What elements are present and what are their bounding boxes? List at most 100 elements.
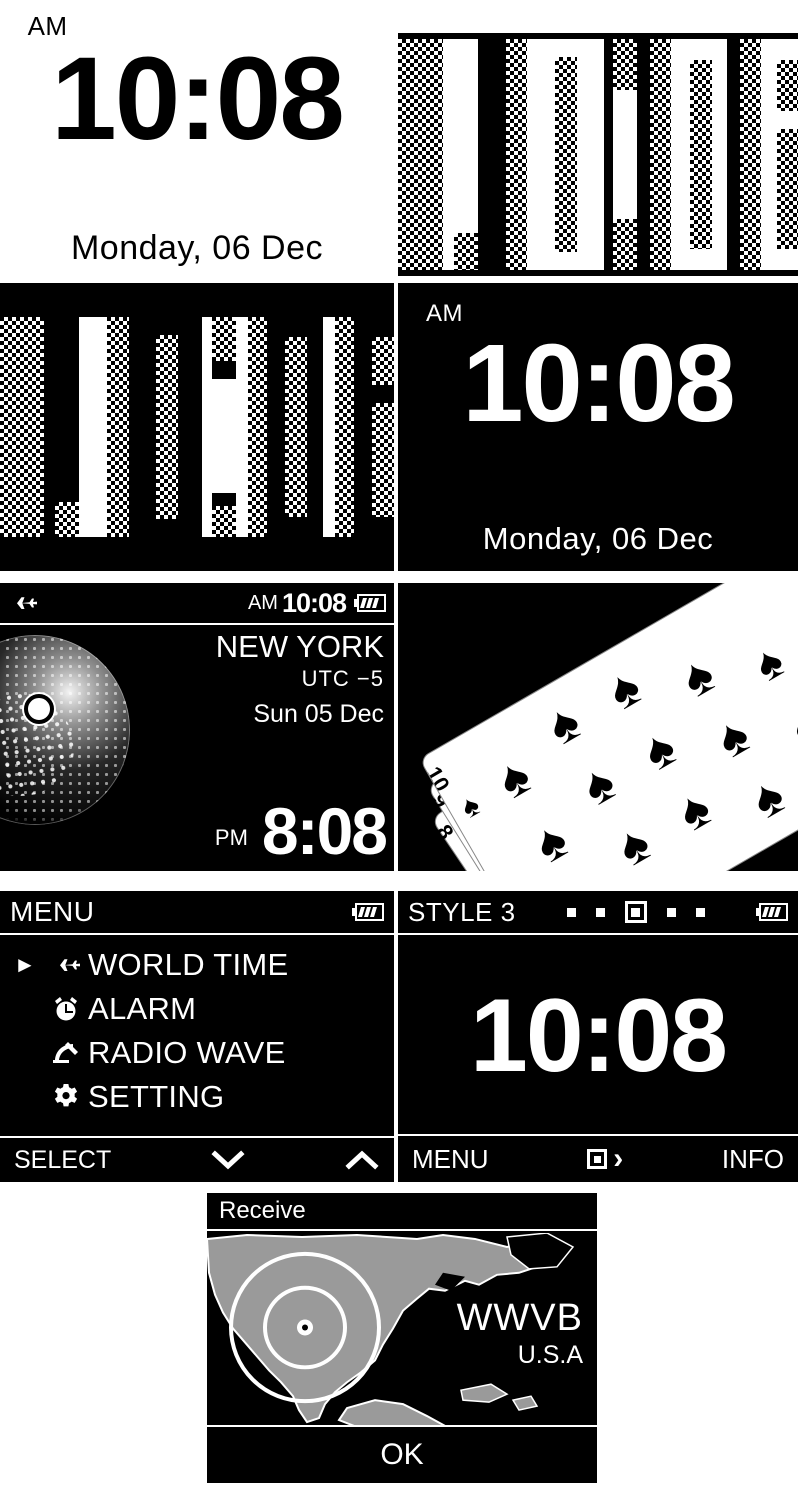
macro-light-gap <box>322 317 335 537</box>
minutes-display: 08 <box>752 591 784 622</box>
cards-scene: 8 9 10 ♠ ♠ ♠ ♠ ♠ ♠ ♠ ♠ ♠ ♠ ♠ ♠ ♠ ♠ 08 <box>398 583 798 871</box>
macro-dark-gap <box>637 39 651 270</box>
macro-inner-stroke <box>156 317 179 537</box>
selection-caret-icon: ► <box>14 952 37 977</box>
macro-dark-gap <box>603 39 613 270</box>
date-display: Monday, 06 Dec <box>482 521 714 556</box>
macro-bottom-bar <box>398 270 798 276</box>
panel-receive[interactable]: Receive WWVB U.S.A OK <box>207 1193 597 1483</box>
menu-list: ► WORLD TIME ALARM RADIO WAVE SETTING <box>0 937 394 1136</box>
battery-icon <box>756 903 788 921</box>
utc-offset: UTC −5 <box>301 665 384 691</box>
next-arrow-icon[interactable]: › <box>613 1142 623 1176</box>
panel-clock-light[interactable]: AM 10:08 Monday, 06 Dec <box>0 0 394 276</box>
macro-dark-gap <box>478 39 507 270</box>
suit-pip: ♠ <box>706 705 760 770</box>
suit-pip: ♠ <box>781 696 798 754</box>
macro-inner-stroke <box>777 39 798 270</box>
style-footer: MENU › INFO <box>398 1134 798 1182</box>
station-country: U.S.A <box>517 1340 583 1369</box>
suit-pip: ♠ <box>607 813 661 871</box>
menu-item-radio-wave[interactable]: RADIO WAVE <box>14 1031 394 1075</box>
city-time-display: 8:08 <box>261 794 388 869</box>
alarm-clock-icon <box>44 995 88 1023</box>
macro-stroke <box>106 317 129 537</box>
menu-item-label: RADIO WAVE <box>88 1035 286 1070</box>
menu-item-alarm[interactable]: ALARM <box>14 987 394 1031</box>
macro-gap <box>442 39 455 270</box>
page-dot[interactable] <box>566 907 576 917</box>
suit-pip: ♠ <box>455 788 486 825</box>
clock-face-dark: AM 10:08 Monday, 06 Dec <box>398 283 798 571</box>
macro-dither-clock-light <box>398 33 798 276</box>
menu-item-label: SETTING <box>88 1079 225 1114</box>
ok-button[interactable]: OK <box>380 1438 423 1472</box>
panel-macro-clock-dark[interactable] <box>0 283 394 571</box>
world-time-header: AM 10:08 <box>0 583 394 625</box>
macro-inner-stroke <box>372 317 394 537</box>
macro-stroke <box>740 39 761 270</box>
gear-icon <box>44 1083 88 1111</box>
home-time-display: 10:08 <box>281 587 347 618</box>
battery-icon <box>354 594 386 612</box>
panel-clock-dark[interactable]: AM 10:08 Monday, 06 Dec <box>398 283 798 571</box>
style-preview: 10:08 <box>398 937 798 1134</box>
battery-icon <box>352 903 384 921</box>
macro-digit-one-foot <box>454 39 479 270</box>
time-display: 10:08 <box>51 33 345 165</box>
menu-header: MENU <box>0 891 394 935</box>
city-ampm-label: PM <box>214 825 248 850</box>
select-box-icon[interactable] <box>587 1149 608 1169</box>
page-dot[interactable] <box>595 907 605 917</box>
menu-footer: SELECT <box>0 1136 394 1182</box>
world-time-info: NEW YORK UTC −5 Sun 05 Dec <box>215 629 384 729</box>
macro-gap <box>306 317 323 537</box>
suit-pip: ♠ <box>671 644 725 710</box>
macro-gap <box>267 317 286 537</box>
suit-pip: ♠ <box>524 810 578 871</box>
style-title: STYLE 3 <box>408 896 516 927</box>
page-dot[interactable] <box>695 907 705 917</box>
chevron-down-icon[interactable] <box>210 1149 246 1171</box>
menu-item-setting[interactable]: SETTING <box>14 1075 394 1119</box>
panel-menu[interactable]: MENU ► WORLD TIME ALARM RADIO WAVE SETTI… <box>0 891 394 1182</box>
airplane-icon <box>44 954 88 976</box>
screenshot-sheet: AM 10:08 Monday, 06 Dec AM 10:08 Monday,… <box>0 0 800 1491</box>
info-button[interactable]: INFO <box>722 1144 784 1175</box>
macro-gap <box>670 39 690 270</box>
menu-item-world-time[interactable]: ► WORLD TIME <box>14 943 394 987</box>
page-dot[interactable] <box>666 907 676 917</box>
macro-inner-stroke <box>689 39 713 270</box>
panel-world-time[interactable]: AM 10:08 NEW YORK UTC −5 Sun 05 Dec PM 8… <box>0 583 394 871</box>
macro-digit-one-foot <box>55 317 80 537</box>
macro-stroke <box>334 317 355 537</box>
suit-pip: ♠ <box>487 746 541 811</box>
macro-light-gap <box>79 317 107 537</box>
menu-button[interactable]: MENU <box>412 1144 489 1175</box>
macro-stroke <box>398 39 443 270</box>
panel-cards[interactable]: 8 9 10 ♠ ♠ ♠ ♠ ♠ ♠ ♠ ♠ ♠ ♠ ♠ ♠ ♠ ♠ 08 <box>398 583 798 871</box>
receive-header: Receive <box>207 1193 597 1231</box>
select-button[interactable]: SELECT <box>14 1146 111 1175</box>
macro-bottom-bar <box>0 537 394 571</box>
panel-macro-clock-light[interactable] <box>398 33 798 276</box>
macro-gap <box>354 317 373 537</box>
time-display: 10:08 <box>462 322 735 445</box>
receive-body: WWVB U.S.A <box>207 1233 597 1427</box>
receive-footer: OK <box>207 1425 597 1483</box>
city-name: NEW YORK <box>215 629 384 664</box>
station-info: WWVB U.S.A <box>457 1299 583 1370</box>
macro-digit-field <box>398 39 798 270</box>
macro-stroke <box>506 39 527 270</box>
macro-inner-stroke <box>285 317 307 537</box>
macro-stroke <box>0 317 44 537</box>
macro-gap <box>526 39 555 270</box>
page-dot-active[interactable] <box>624 901 647 923</box>
style-header: STYLE 3 <box>398 891 798 935</box>
macro-colon-stroke <box>612 39 638 270</box>
macro-dither-clock-dark <box>0 283 394 571</box>
world-time-body: NEW YORK UTC −5 Sun 05 Dec PM 8:08 <box>0 625 394 871</box>
panel-style[interactable]: STYLE 3 10:08 MENU › INFO <box>398 891 798 1182</box>
ampm-label: AM <box>426 300 463 328</box>
chevron-up-icon[interactable] <box>344 1149 380 1171</box>
